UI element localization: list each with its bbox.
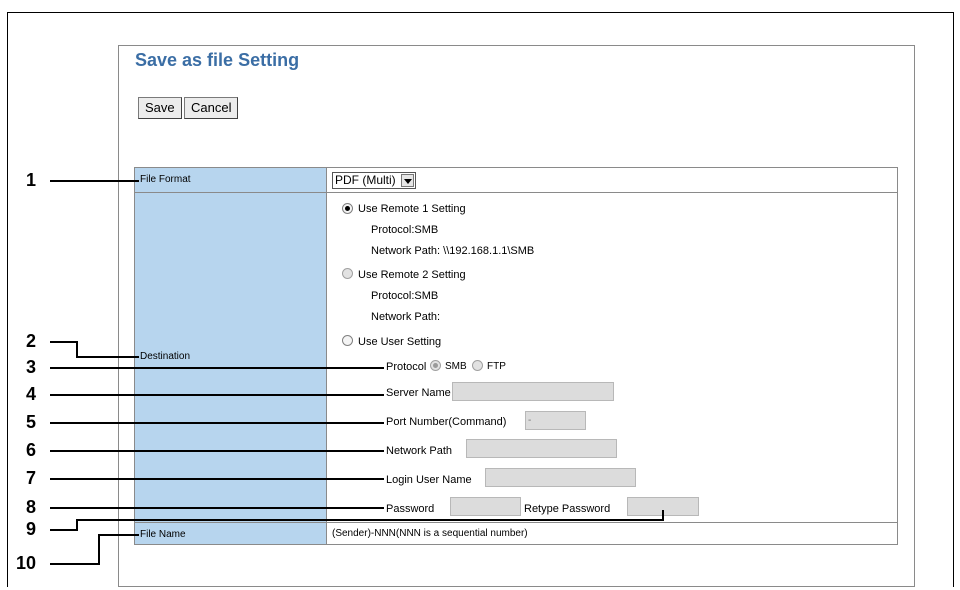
row-divider [135,192,897,193]
port-number-input[interactable]: - [525,411,586,430]
callout-line [50,367,384,369]
protocol-ftp-radio[interactable] [472,360,483,371]
protocol-smb-label: SMB [445,361,467,372]
protocol-label: Protocol [386,361,427,373]
callout-4: 4 [25,384,36,404]
cancel-button[interactable]: Cancel [184,97,239,119]
callout-line [50,180,139,182]
file-format-value: PDF (Multi) [335,173,396,187]
callout-5: 5 [25,412,36,432]
save-button[interactable]: Save [138,97,182,119]
callout-9: 9 [25,519,36,539]
login-user-name-input[interactable] [485,468,636,487]
retype-password-label: Retype Password [524,503,611,515]
callout-line [662,510,664,521]
password-input[interactable] [450,497,521,516]
remote2-label: Use Remote 2 Setting [358,269,466,281]
callout-1: 1 [25,170,36,190]
callout-line [50,450,384,452]
server-name-label: Server Name [386,387,451,399]
callout-8: 8 [25,497,36,517]
remote2-path: Network Path: [371,311,441,323]
file-name-label: File Name [140,529,186,540]
server-name-input[interactable] [452,382,614,401]
remote1-protocol: Protocol:SMB [371,224,439,236]
network-path-input[interactable] [466,439,617,458]
destination-label: Destination [140,351,191,362]
callout-line [50,341,76,343]
row-divider [135,522,897,523]
file-format-select[interactable]: PDF (Multi) [332,172,416,189]
remote2-radio[interactable] [342,268,353,279]
port-number-label: Port Number(Command) [386,416,507,428]
callout-6: 6 [25,440,36,460]
file-format-label: File Format [140,174,191,185]
callout-2: 2 [25,331,36,351]
callout-line [50,529,78,531]
callout-line [50,563,100,565]
file-name-value: (Sender)-NNN(NNN is a sequential number) [332,528,528,539]
callout-7: 7 [25,468,36,488]
password-label: Password [386,503,435,515]
user-setting-radio[interactable] [342,335,353,346]
callout-line [50,507,384,509]
protocol-ftp-label: FTP [487,361,506,372]
remote1-label: Use Remote 1 Setting [358,203,466,215]
callout-line [98,534,100,565]
callout-line [50,422,384,424]
callout-3: 3 [25,357,36,377]
callout-10: 10 [15,553,36,573]
callout-line [98,534,139,536]
protocol-smb-radio[interactable] [430,360,441,371]
remote2-protocol: Protocol:SMB [371,290,439,302]
user-setting-label: Use User Setting [358,336,442,348]
login-user-name-label: Login User Name [386,474,472,486]
callout-line [50,478,384,480]
callout-line [76,519,664,521]
settings-table: File Format PDF (Multi) Destination Use … [134,167,898,545]
callout-line [76,356,139,358]
network-path-label: Network Path [386,445,453,457]
page-title: Save as file Setting [135,50,300,70]
remote1-path: Network Path: \\192.168.1.1\SMB [371,245,535,257]
remote1-radio[interactable] [342,203,353,214]
chevron-down-icon[interactable] [401,174,414,187]
callout-line [50,394,384,396]
